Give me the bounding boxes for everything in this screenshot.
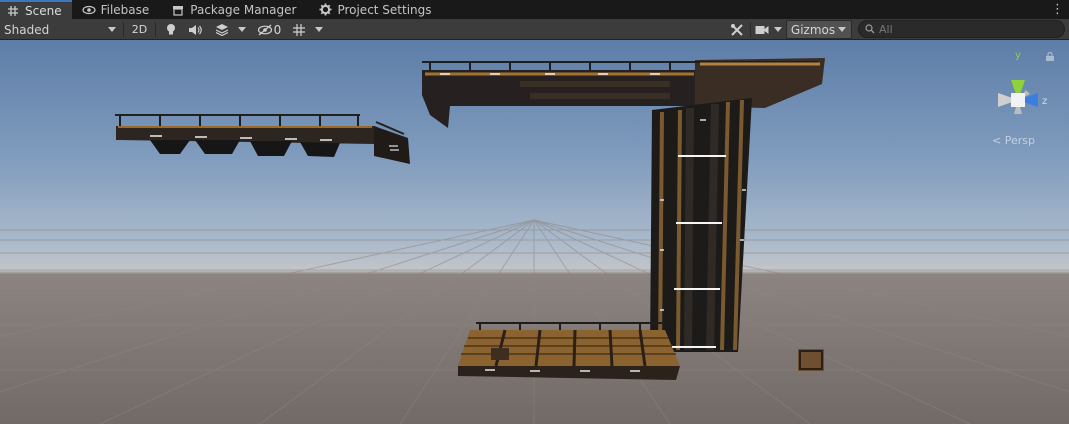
- hidden-objects-toggle-button[interactable]: 0: [254, 20, 284, 39]
- gizmos-label: Gizmos: [790, 22, 836, 37]
- divider: [155, 22, 156, 37]
- effects-layers-icon: [215, 24, 229, 36]
- eye-icon: [81, 3, 96, 17]
- tools-icon: [731, 23, 743, 36]
- vertical-tower: [650, 98, 752, 352]
- ground-platform: [458, 322, 680, 380]
- shading-mode-label: Shaded: [4, 22, 50, 37]
- eye-crossed-icon: [257, 24, 272, 35]
- grid-icon: [6, 4, 20, 18]
- tab-scene[interactable]: Scene: [0, 0, 72, 19]
- scene-toolbar: Shaded 2D 0 Gizmos: [0, 19, 1069, 40]
- gear-icon: [318, 3, 332, 17]
- lock-icon[interactable]: [1045, 52, 1055, 61]
- chevron-down-icon: [838, 27, 846, 32]
- tab-label: Filebase: [100, 2, 150, 17]
- 2d-label: 2D: [131, 23, 148, 36]
- center-cube[interactable]: [1011, 93, 1025, 107]
- search-icon: [865, 24, 875, 34]
- window-tab-bar: Scene Filebase Package Manager Project S…: [0, 0, 1069, 19]
- tab-label: Scene: [25, 3, 62, 18]
- projection-label: Persp: [1004, 134, 1035, 147]
- chevron-down-icon: [238, 27, 246, 32]
- chevron-down-icon: [773, 27, 782, 32]
- effects-dropdown-button[interactable]: [208, 20, 252, 39]
- chevron-down-icon: [108, 27, 116, 32]
- lightbulb-icon: [167, 24, 175, 35]
- back-arrow-icon: <: [992, 134, 1002, 147]
- tab-label: Package Manager: [190, 2, 297, 17]
- 2d-toggle-button[interactable]: 2D: [127, 20, 152, 39]
- tab-label: Project Settings: [337, 2, 432, 17]
- tools-button[interactable]: [726, 20, 748, 39]
- floating-walkway-top: [422, 58, 825, 128]
- scene-viewport[interactable]: y z < Persp: [0, 40, 1069, 424]
- scene-geometry: [0, 58, 1069, 424]
- tab-package-manager[interactable]: Package Manager: [165, 0, 306, 19]
- shading-mode-dropdown[interactable]: Shaded: [4, 20, 120, 39]
- chevron-down-icon: [314, 27, 323, 32]
- search-input[interactable]: [879, 22, 1059, 36]
- grid-dropdown-button[interactable]: [287, 20, 327, 39]
- floating-walkway-left: [115, 114, 410, 164]
- camera-icon: [755, 25, 768, 34]
- lighting-toggle-button[interactable]: [160, 20, 182, 39]
- hidden-count: 0: [273, 22, 282, 37]
- grid-snap-icon: [292, 23, 305, 36]
- axis-y-label: y: [1015, 50, 1021, 61]
- gizmos-dropdown-button[interactable]: Gizmos: [786, 20, 852, 39]
- tab-filebase[interactable]: Filebase: [76, 0, 160, 19]
- camera-dropdown-button[interactable]: [752, 20, 784, 39]
- speaker-icon: [189, 24, 202, 35]
- more-options-icon[interactable]: ⋮: [1051, 2, 1064, 17]
- crate: [798, 349, 824, 371]
- divider: [123, 22, 124, 37]
- projection-toggle[interactable]: < Persp: [992, 134, 1035, 147]
- scene-search-field[interactable]: [858, 20, 1065, 38]
- axis-z-label: z: [1042, 96, 1047, 107]
- divider: [750, 22, 751, 37]
- audio-toggle-button[interactable]: [184, 20, 206, 39]
- package-icon: [171, 3, 185, 17]
- tab-project-settings[interactable]: Project Settings: [312, 0, 441, 19]
